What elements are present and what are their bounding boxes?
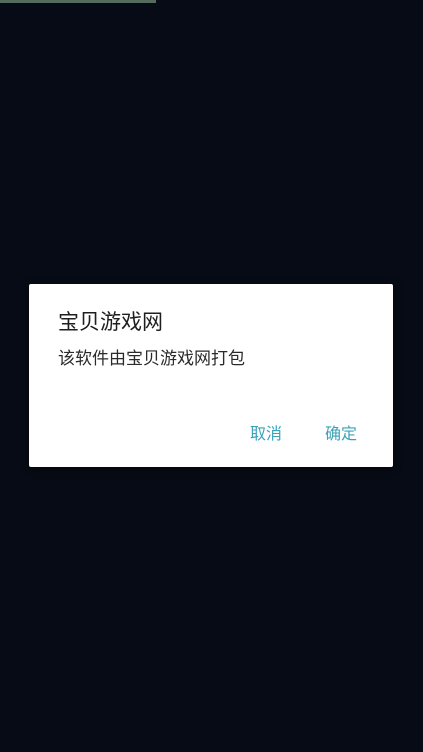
confirm-button[interactable]: 确定: [325, 422, 357, 446]
loading-progress-bar: [0, 0, 156, 3]
screen: 宝贝游戏网 该软件由宝贝游戏网打包 取消 确定: [0, 0, 423, 752]
dialog-title: 宝贝游戏网: [58, 310, 163, 334]
dialog-message: 该软件由宝贝游戏网打包: [58, 349, 245, 369]
cancel-button[interactable]: 取消: [250, 422, 282, 446]
alert-dialog: 宝贝游戏网 该软件由宝贝游戏网打包 取消 确定: [29, 284, 393, 467]
